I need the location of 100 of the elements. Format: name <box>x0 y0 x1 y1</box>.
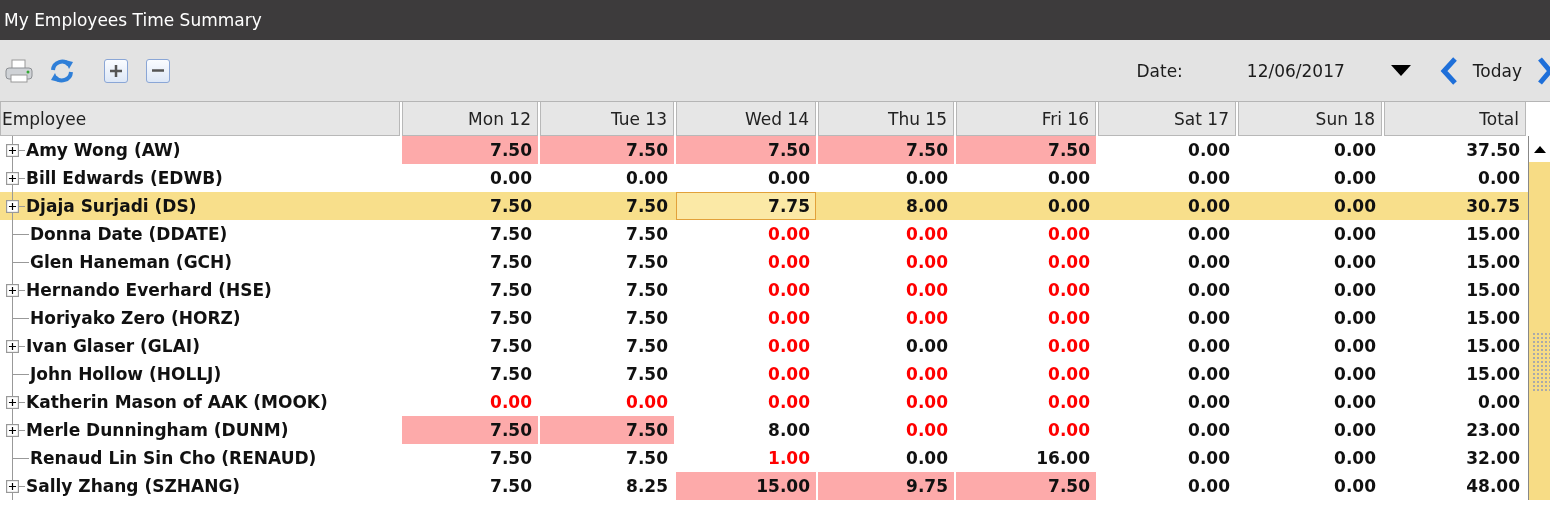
hours-cell[interactable]: 0.00 <box>1384 388 1526 416</box>
hours-cell[interactable]: 7.50 <box>402 192 538 220</box>
hours-cell[interactable]: 0.00 <box>956 304 1096 332</box>
hours-cell[interactable]: 0.00 <box>1238 388 1382 416</box>
date-field[interactable]: 12/06/2017 <box>1200 60 1411 81</box>
hours-cell[interactable]: 16.00 <box>956 444 1096 472</box>
hours-cell[interactable]: 0.00 <box>818 220 954 248</box>
hours-cell[interactable]: 7.50 <box>956 136 1096 164</box>
hours-cell[interactable]: 0.00 <box>1098 416 1236 444</box>
hours-cell[interactable]: 7.50 <box>402 136 538 164</box>
hours-cell[interactable]: 0.00 <box>956 164 1096 192</box>
hours-cell[interactable]: 0.00 <box>818 416 954 444</box>
hours-cell[interactable]: 0.00 <box>956 416 1096 444</box>
hours-cell[interactable]: 48.00 <box>1384 472 1526 500</box>
hours-cell[interactable]: 7.50 <box>540 444 674 472</box>
hours-cell[interactable]: 7.50 <box>956 472 1096 500</box>
column-header[interactable]: Tue 13 <box>540 102 674 136</box>
hours-cell[interactable]: 0.00 <box>676 304 816 332</box>
hours-cell[interactable]: 0.00 <box>818 360 954 388</box>
hours-cell[interactable]: 0.00 <box>818 276 954 304</box>
hours-cell[interactable]: 0.00 <box>956 192 1096 220</box>
hours-cell[interactable]: 0.00 <box>1238 192 1382 220</box>
hours-cell[interactable]: 0.00 <box>1238 164 1382 192</box>
hours-cell[interactable]: 7.50 <box>818 136 954 164</box>
hours-cell[interactable]: 7.50 <box>540 304 674 332</box>
column-header[interactable]: Wed 14 <box>676 102 816 136</box>
dropdown-caret-icon[interactable] <box>1390 64 1411 77</box>
hours-cell[interactable]: 0.00 <box>1238 444 1382 472</box>
hours-cell[interactable]: 0.00 <box>1098 360 1236 388</box>
hours-cell[interactable]: 7.50 <box>676 136 816 164</box>
column-header[interactable]: Total <box>1384 102 1526 136</box>
expand-icon[interactable] <box>6 143 19 157</box>
hours-cell[interactable]: 0.00 <box>1098 388 1236 416</box>
hours-cell[interactable]: 7.50 <box>402 248 538 276</box>
hours-cell[interactable]: 7.50 <box>540 192 674 220</box>
hours-cell[interactable]: 30.75 <box>1384 192 1526 220</box>
hours-cell[interactable]: 32.00 <box>1384 444 1526 472</box>
hours-cell[interactable]: 8.00 <box>818 192 954 220</box>
scrollbar-thumb[interactable] <box>1532 332 1550 392</box>
hours-cell[interactable]: 0.00 <box>1238 332 1382 360</box>
hours-cell[interactable]: 7.50 <box>402 416 538 444</box>
hours-cell[interactable]: 1.00 <box>676 444 816 472</box>
hours-cell[interactable]: 8.25 <box>540 472 674 500</box>
hours-cell[interactable]: 0.00 <box>676 332 816 360</box>
hours-cell[interactable]: 0.00 <box>402 388 538 416</box>
expand-all-button[interactable] <box>104 58 128 83</box>
hours-cell[interactable]: 0.00 <box>1098 444 1236 472</box>
hours-cell[interactable]: 0.00 <box>1238 136 1382 164</box>
hours-cell[interactable]: 7.50 <box>402 276 538 304</box>
hours-cell[interactable]: 0.00 <box>818 304 954 332</box>
hours-cell[interactable]: 15.00 <box>676 472 816 500</box>
hours-cell[interactable]: 0.00 <box>818 332 954 360</box>
hours-cell[interactable]: 0.00 <box>1098 472 1236 500</box>
hours-cell[interactable]: 0.00 <box>956 360 1096 388</box>
hours-cell[interactable]: 7.50 <box>540 276 674 304</box>
hours-cell[interactable]: 0.00 <box>956 332 1096 360</box>
hours-cell[interactable]: 7.50 <box>540 416 674 444</box>
hours-cell[interactable]: 15.00 <box>1384 360 1526 388</box>
column-header[interactable]: Sat 17 <box>1098 102 1236 136</box>
hours-cell[interactable]: 7.50 <box>402 472 538 500</box>
scroll-up-icon[interactable] <box>1533 145 1546 153</box>
column-header[interactable]: Employee <box>0 102 400 136</box>
hours-cell[interactable]: 0.00 <box>676 360 816 388</box>
hours-cell[interactable]: 15.00 <box>1384 304 1526 332</box>
hours-cell[interactable]: 0.00 <box>818 444 954 472</box>
expand-icon[interactable] <box>6 423 19 437</box>
hours-cell[interactable]: 0.00 <box>1098 332 1236 360</box>
hours-cell[interactable]: 7.50 <box>402 360 538 388</box>
hours-cell[interactable]: 7.50 <box>402 304 538 332</box>
column-header[interactable]: Thu 15 <box>818 102 954 136</box>
hours-cell[interactable]: 7.75 <box>676 192 816 220</box>
hours-cell[interactable]: 7.50 <box>540 136 674 164</box>
column-header[interactable]: Fri 16 <box>956 102 1096 136</box>
hours-cell[interactable]: 0.00 <box>956 276 1096 304</box>
hours-cell[interactable]: 0.00 <box>818 248 954 276</box>
hours-cell[interactable]: 0.00 <box>540 388 674 416</box>
expand-icon[interactable] <box>6 395 19 409</box>
hours-cell[interactable]: 15.00 <box>1384 332 1526 360</box>
hours-cell[interactable]: 0.00 <box>1098 276 1236 304</box>
hours-cell[interactable]: 9.75 <box>818 472 954 500</box>
hours-cell[interactable]: 0.00 <box>1098 192 1236 220</box>
hours-cell[interactable]: 0.00 <box>402 164 538 192</box>
today-button[interactable]: Today <box>1464 60 1530 81</box>
hours-cell[interactable]: 7.50 <box>540 220 674 248</box>
hours-cell[interactable]: 0.00 <box>1384 164 1526 192</box>
hours-cell[interactable]: 0.00 <box>1098 220 1236 248</box>
hours-cell[interactable]: 0.00 <box>676 164 816 192</box>
hours-cell[interactable]: 0.00 <box>1098 164 1236 192</box>
hours-cell[interactable]: 0.00 <box>1098 136 1236 164</box>
hours-cell[interactable]: 8.00 <box>676 416 816 444</box>
hours-cell[interactable]: 0.00 <box>1238 304 1382 332</box>
hours-cell[interactable]: 0.00 <box>1238 360 1382 388</box>
hours-cell[interactable]: 0.00 <box>818 164 954 192</box>
hours-cell[interactable]: 0.00 <box>1098 248 1236 276</box>
hours-cell[interactable]: 15.00 <box>1384 220 1526 248</box>
hours-cell[interactable]: 7.50 <box>402 332 538 360</box>
column-header[interactable]: Mon 12 <box>402 102 538 136</box>
hours-cell[interactable]: 0.00 <box>1238 248 1382 276</box>
hours-cell[interactable]: 0.00 <box>1238 276 1382 304</box>
selected-row[interactable]: Djaja Surjadi (DS) 7.50 7.50 7.75 8.00 0.00 0.00 0.00 30.75 <box>0 192 1528 220</box>
